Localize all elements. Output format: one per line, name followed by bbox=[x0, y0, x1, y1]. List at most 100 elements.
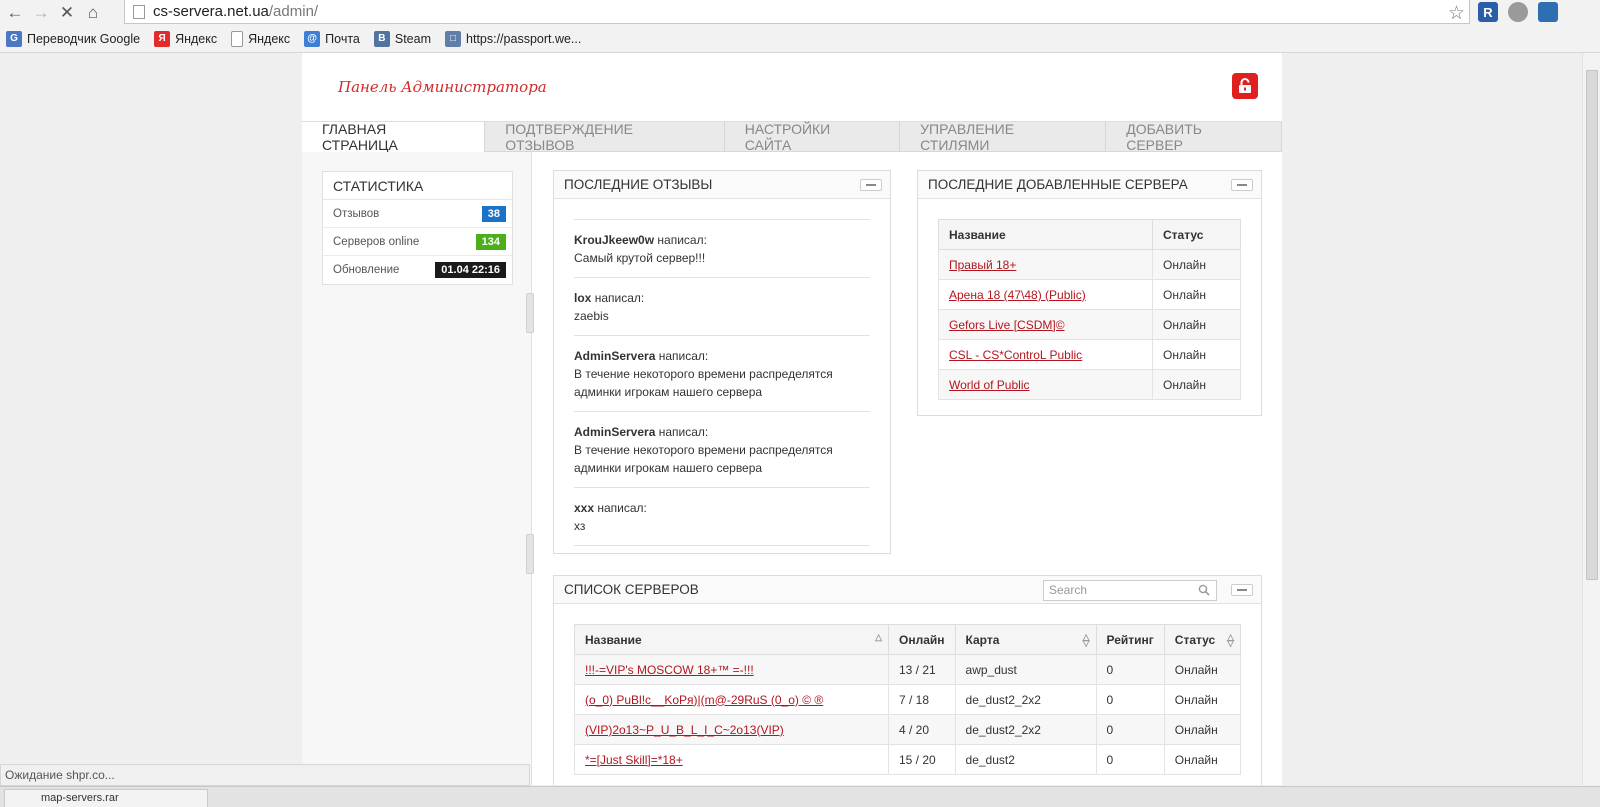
rating-cell: 0 bbox=[1095, 744, 1165, 775]
column-header-status[interactable]: Статус △ ▽ bbox=[1163, 624, 1242, 655]
download-item[interactable]: map-servers.rar bbox=[4, 789, 208, 807]
vk-icon: B bbox=[373, 30, 390, 47]
review-item: KrouJkeew0w написал: Самый крутой сервер… bbox=[574, 220, 870, 278]
server-link[interactable]: Арена 18 (47\48) (Public) bbox=[949, 288, 1086, 302]
logout-button[interactable] bbox=[1232, 73, 1258, 99]
server-link[interactable]: *=[Just Skill]=*18+ bbox=[585, 753, 683, 767]
sidebar-resize-handle[interactable] bbox=[526, 534, 534, 574]
bookmark-yandex[interactable]: Я Яндекс bbox=[154, 30, 218, 47]
server-list-title: СПИСОК СЕРВЕРОВ bbox=[564, 582, 699, 597]
tab-site-settings[interactable]: НАСТРОЙКИ САЙТА bbox=[725, 121, 901, 153]
tab-review-confirm[interactable]: ПОДТВЕРЖДЕНИЕ ОТЗЫВОВ bbox=[485, 121, 725, 153]
review-item: lox написал: zaebis bbox=[574, 278, 870, 336]
browser-toolbar: ← → ✕ ⌂ cs-servera.net.ua/admin/ ☆ R bbox=[0, 0, 1600, 25]
bookmark-star-icon[interactable]: ☆ bbox=[1448, 2, 1465, 25]
rating-cell: 0 bbox=[1095, 714, 1165, 745]
reviews-title: ПОСЛЕДНИЕ ОТЗЫВЫ bbox=[564, 177, 713, 192]
tab-style-management[interactable]: УПРАВЛЕНИЕ СТИЛЯМИ bbox=[900, 121, 1107, 153]
server-link[interactable]: CSL - CS*ControL Public bbox=[949, 348, 1082, 362]
recent-servers-title: ПОСЛЕДНИЕ ДОБАВЛЕННЫЕ СЕРВЕРА bbox=[928, 177, 1188, 192]
extension-icon[interactable]: R bbox=[1478, 2, 1498, 22]
home-icon[interactable]: ⌂ bbox=[82, 2, 104, 24]
review-wrote: написал: bbox=[657, 233, 707, 247]
server-link[interactable]: (VIP)2o13~P_U_B_L_I_C~2o13(VIP) bbox=[585, 723, 784, 737]
browser-status-bar: Ожидание shpr.co... bbox=[0, 764, 530, 786]
url-path: /admin/ bbox=[268, 3, 319, 20]
admin-tabs: ГЛАВНАЯ СТРАНИЦА ПОДТВЕРЖДЕНИЕ ОТЗЫВОВ Н… bbox=[302, 121, 1282, 153]
review-wrote: написал: bbox=[597, 501, 647, 515]
server-link[interactable]: (o_0) PuBl!c__KoPя)|(m@-29RuS (0_o) © ® bbox=[585, 693, 823, 707]
table-row: (VIP)2o13~P_U_B_L_I_C~2o13(VIP) 4 / 20 d… bbox=[574, 714, 1242, 745]
column-header-map[interactable]: Карта △ ▽ bbox=[954, 624, 1097, 655]
bookmark-yandex-page[interactable]: Яндекс bbox=[231, 30, 291, 47]
bookmark-label: Яндекс bbox=[175, 31, 218, 46]
column-header-name[interactable]: Название △ bbox=[574, 624, 889, 655]
server-link[interactable]: !!!-=VIP's MOSCOW 18+™ =-!!! bbox=[585, 663, 754, 677]
scrollbar-thumb[interactable] bbox=[1586, 70, 1598, 580]
page-icon bbox=[231, 30, 244, 47]
tab-home[interactable]: ГЛАВНАЯ СТРАНИЦА bbox=[302, 121, 486, 153]
recent-servers-table: Название Статус Правый 18+ Онлайн Арена … bbox=[938, 219, 1241, 400]
map-cell: de_dust2 bbox=[954, 744, 1097, 775]
review-text: Самый крутой сервер!!! bbox=[574, 251, 706, 265]
server-link[interactable]: Правый 18+ bbox=[949, 258, 1016, 272]
table-row: Арена 18 (47\48) (Public) Онлайн bbox=[938, 279, 1241, 310]
review-author: AdminServera bbox=[574, 425, 656, 439]
bookmark-mail[interactable]: @ Почта bbox=[304, 30, 360, 47]
sidebar-resize-handle[interactable] bbox=[526, 293, 534, 333]
page-scrollbar[interactable] bbox=[1582, 53, 1600, 785]
review-text: В течение некоторого времени распределят… bbox=[574, 443, 833, 475]
bookmark-passport[interactable]: □ https://passport.we... bbox=[445, 30, 581, 47]
status-cell: Онлайн bbox=[1163, 714, 1242, 745]
status-cell: Онлайн bbox=[1163, 684, 1242, 715]
yandex-icon: Я bbox=[154, 30, 171, 47]
review-author: xxx bbox=[574, 501, 595, 515]
bookmark-label: Steam bbox=[394, 31, 432, 46]
minimize-button[interactable] bbox=[1231, 584, 1253, 596]
review-item: xxx написал: хз bbox=[574, 488, 870, 546]
sort-icon: △ ▽ bbox=[1082, 632, 1090, 648]
column-header-rating[interactable]: Рейтинг bbox=[1095, 624, 1165, 655]
review-wrote: написал: bbox=[658, 425, 709, 439]
mail-icon: @ bbox=[304, 30, 321, 47]
review-item: AdminServera написал: В течение некоторо… bbox=[574, 412, 870, 488]
status-cell: Онлайн bbox=[1152, 339, 1241, 370]
chart-extension-icon[interactable] bbox=[1538, 2, 1558, 22]
stat-label: Обновление bbox=[333, 264, 400, 276]
online-cell: 15 / 20 bbox=[888, 744, 956, 775]
download-label: map-servers.rar bbox=[41, 792, 119, 804]
chat-icon: □ bbox=[445, 30, 462, 47]
online-cell: 13 / 21 bbox=[888, 654, 956, 685]
sort-asc-icon: △ bbox=[875, 632, 882, 642]
stats-title: СТАТИСТИКА bbox=[323, 172, 512, 200]
status-cell: Онлайн bbox=[1152, 279, 1241, 310]
status-cell: Онлайн bbox=[1163, 654, 1242, 685]
search-input[interactable]: Search bbox=[1043, 580, 1217, 601]
column-header-online[interactable]: Онлайн bbox=[888, 624, 956, 655]
bookmark-steam[interactable]: B Steam bbox=[373, 30, 432, 47]
bookmark-label: Яндекс bbox=[248, 31, 291, 46]
download-bar: map-servers.rar bbox=[0, 786, 1600, 807]
address-bar[interactable]: cs-servera.net.ua/admin/ ☆ bbox=[124, 0, 1470, 24]
google-translate-icon: G bbox=[6, 30, 22, 47]
stat-badge: 38 bbox=[481, 205, 506, 222]
server-link[interactable]: Gefors Live [CSDM]© bbox=[949, 318, 1065, 332]
column-header-name[interactable]: Название bbox=[938, 219, 1153, 250]
status-cell: Онлайн bbox=[1152, 369, 1241, 400]
minimize-button[interactable] bbox=[860, 179, 882, 191]
back-icon[interactable]: ← bbox=[4, 2, 26, 24]
page-icon bbox=[133, 4, 145, 19]
url-host: cs-servera.net.ua bbox=[153, 3, 269, 20]
minimize-button[interactable] bbox=[1231, 179, 1253, 191]
review-wrote: написал: bbox=[594, 291, 645, 305]
tab-add-server[interactable]: ДОБАВИТЬ СЕРВЕР bbox=[1106, 121, 1282, 153]
forward-icon[interactable]: → bbox=[30, 2, 52, 24]
globe-icon[interactable] bbox=[1508, 2, 1528, 22]
status-cell: Онлайн bbox=[1152, 249, 1241, 280]
stop-icon[interactable]: ✕ bbox=[56, 2, 78, 24]
column-header-status[interactable]: Статус bbox=[1152, 219, 1241, 250]
bookmark-google-translate[interactable]: G Переводчик Google bbox=[6, 30, 140, 47]
rating-cell: 0 bbox=[1095, 654, 1165, 685]
reviews-panel-header: ПОСЛЕДНИЕ ОТЗЫВЫ bbox=[554, 171, 890, 199]
server-link[interactable]: World of Public bbox=[949, 378, 1029, 392]
